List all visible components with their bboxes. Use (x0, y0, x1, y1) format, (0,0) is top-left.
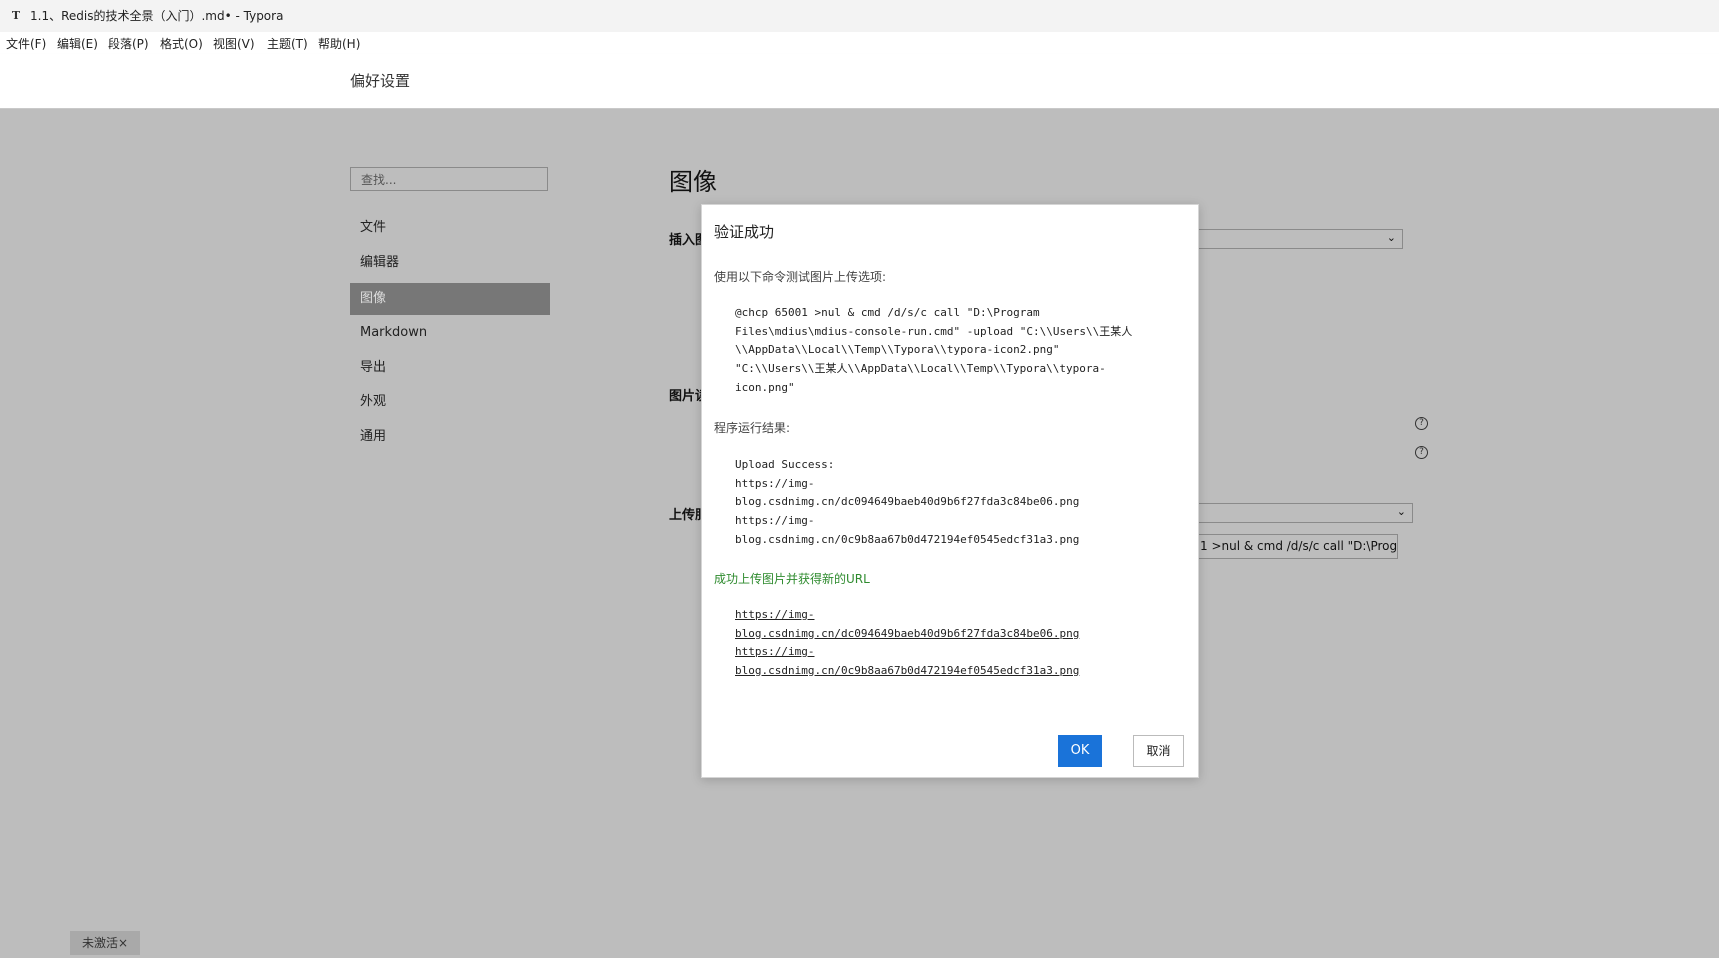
menu-view[interactable]: 视图(V) (213, 35, 255, 52)
unactivated-label: 未激活 (81, 936, 118, 950)
upload-command-input[interactable]: 1 >nul & cmd /d/s/c call "D:\Program F (1195, 534, 1398, 559)
unactivated-badge[interactable]: 未激活× (70, 931, 140, 955)
preferences-header: 偏好设置 (0, 54, 1719, 109)
uploaded-url-link[interactable]: blog.csdnimg.cn/dc094649baeb40d9b6f27fda… (735, 625, 1079, 644)
uploaded-url-link[interactable]: https://img- (735, 643, 1079, 662)
uploaded-url-link[interactable]: blog.csdnimg.cn/0c9b8aa67b0d472194ef0545… (735, 662, 1079, 681)
result-label: 程序运行结果: (714, 421, 791, 435)
success-message: 成功上传图片并获得新的URL (714, 572, 870, 586)
result-block: Upload Success: https://img-blog.csdnimg.… (735, 456, 1079, 550)
command-line: @chcp 65001 >nul & cmd /d/s/c call "D:\P… (735, 306, 1040, 319)
result-line: https://img- (735, 514, 815, 528)
close-icon[interactable]: × (118, 936, 128, 950)
help-icon[interactable]: ? (1415, 417, 1428, 430)
command-line: \\AppData\\Local\\Temp\\Typora\\typora-i… (735, 343, 1060, 357)
sidebar-item-appearance[interactable]: 外观 (350, 386, 550, 418)
result-line: Upload Success: (735, 458, 835, 471)
sidebar-item-general[interactable]: 通用 (350, 421, 550, 453)
command-line: icon.png" (735, 380, 795, 394)
command-line: "C:\\Users\\王某人\\AppData\\Local\\Temp\\T… (735, 362, 1106, 376)
upload-verification-dialog: 验证成功 使用以下命令测试图片上传选项: @chcp 65001 >nul & … (701, 204, 1199, 778)
cancel-button[interactable]: 取消 (1133, 735, 1184, 767)
chevron-down-icon: ⌄ (1386, 231, 1396, 244)
command-block: @chcp 65001 >nul & cmd /d/s/c call "D:\P… (735, 304, 1132, 398)
menu-file[interactable]: 文件(F) (6, 35, 46, 52)
sidebar-item-editor[interactable]: 编辑器 (350, 247, 550, 279)
title-bar: T 1.1、Redis的技术全景（入门）.md• - Typora (0, 0, 1719, 33)
help-icon[interactable]: ? (1415, 446, 1428, 459)
window-title: 1.1、Redis的技术全景（入门）.md• - Typora (30, 9, 284, 23)
upload-service-select[interactable]: ⌄ (1195, 503, 1413, 523)
uploaded-url-link[interactable]: https://img- (735, 606, 1079, 625)
menu-bar: 文件(F) 编辑(E) 段落(P) 格式(O) 视图(V) 主题(T) 帮助(H… (0, 32, 1719, 54)
chevron-down-icon: ⌄ (1396, 505, 1406, 518)
result-line: blog.csdnimg.cn/0c9b8aa67b0d472194ef0545… (735, 532, 1080, 546)
typora-app-icon: T (11, 9, 21, 22)
sidebar-search-input[interactable]: 查找... (350, 167, 548, 191)
sidebar-item-export[interactable]: 导出 (350, 352, 550, 384)
ok-button[interactable]: OK (1058, 735, 1102, 767)
result-line: blog.csdnimg.cn/dc094649baeb40d9b6f27fda… (735, 495, 1080, 509)
command-line: Files\mdius\mdius-console-run.cmd" -uplo… (735, 324, 1133, 338)
menu-edit[interactable]: 编辑(E) (57, 35, 98, 52)
preferences-title: 偏好设置 (350, 72, 411, 90)
menu-theme[interactable]: 主题(T) (267, 35, 308, 52)
menu-format[interactable]: 格式(O) (160, 35, 203, 52)
dialog-title: 验证成功 (714, 223, 775, 241)
sidebar-item-file[interactable]: 文件 (350, 212, 550, 244)
test-command-label: 使用以下命令测试图片上传选项: (714, 270, 887, 284)
sidebar-item-image[interactable]: 图像 (350, 283, 550, 315)
section-title: 图像 (669, 168, 717, 196)
sidebar-item-markdown[interactable]: Markdown (350, 317, 550, 349)
uploaded-urls: https://img- blog.csdnimg.cn/dc094649bae… (735, 606, 1079, 680)
menu-help[interactable]: 帮助(H) (318, 35, 360, 52)
insert-image-select[interactable]: ⌄ (1195, 229, 1403, 249)
menu-paragraph[interactable]: 段落(P) (108, 35, 149, 52)
result-line: https://img- (735, 476, 815, 490)
